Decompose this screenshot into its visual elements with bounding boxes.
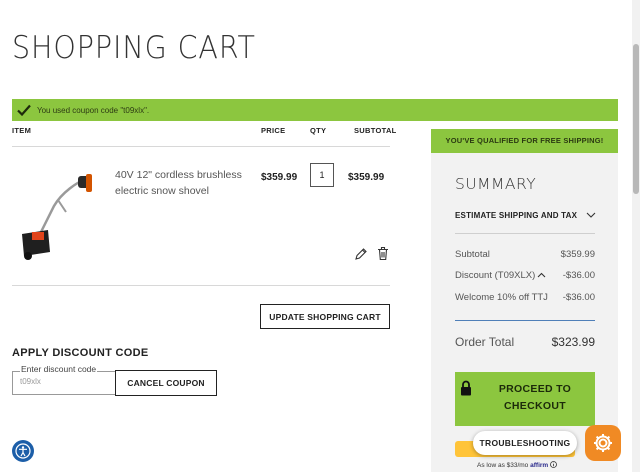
checkout-label-line2: CHECKOUT [504,400,566,412]
lock-icon [461,380,471,396]
edit-icon[interactable] [354,247,368,261]
affirm-prefix: As low as $33/mo [477,462,529,469]
free-shipping-banner: YOU'VE QUALIFIED FOR FREE SHIPPING! [431,129,618,153]
troubleshooting-button[interactable]: TROUBLESHOOTING [473,431,577,455]
discount-field-value[interactable]: t09xlx [20,377,41,386]
gear-icon [594,434,612,452]
cancel-coupon-button[interactable]: CANCEL COUPON [115,370,217,396]
product-price: $359.99 [261,172,298,183]
order-total-label: Order Total [455,335,515,349]
chevron-up-icon[interactable] [537,272,546,279]
column-header-price: PRICE [261,126,286,135]
discount-field-label: Enter discount code [20,364,98,374]
discount-title: APPLY DISCOUNT CODE [12,347,149,359]
summary-discount-label[interactable]: Discount (T09XLX) [455,270,535,281]
summary-welcome-label: Welcome 10% off TTJ [455,292,548,303]
column-header-subtotal: SUBTOTAL [354,126,397,135]
summary-divider [455,233,595,234]
chevron-down-icon[interactable] [586,211,596,219]
table-header-divider [12,146,390,147]
column-header-item: ITEM [12,126,32,135]
affirm-brand: affirm [530,462,549,469]
order-total-value: $323.99 [551,335,595,349]
summary-title: SUMMARY [455,175,537,193]
summary-welcome-value: -$36.00 [562,292,595,303]
trash-icon[interactable] [377,246,389,261]
column-header-qty: QTY [310,126,327,135]
notice-text: You used coupon code "t09xlx". [37,105,150,115]
scrollbar-thumb[interactable] [633,44,639,194]
product-name[interactable]: 40V 12" cordless brushless electric snow… [115,167,255,199]
update-cart-button[interactable]: UPDATE SHOPPING CART [260,304,390,329]
check-icon [17,104,31,116]
summary-discount-value: -$36.00 [562,270,595,281]
affirm-financing-note[interactable]: As low as $33/mo affirm [477,461,557,469]
accessibility-icon [15,443,31,459]
quantity-input[interactable]: 1 [310,163,334,187]
summary-total-divider [455,320,595,321]
coupon-success-notice: You used coupon code "t09xlx". [12,99,618,121]
checkout-label[interactable]: PROCEED TO CHECKOUT [490,381,580,415]
info-icon[interactable] [550,461,557,468]
summary-subtotal-value: $359.99 [560,249,595,260]
table-bottom-divider [12,285,390,286]
checkout-label-line1: PROCEED TO [498,383,572,395]
accessibility-button[interactable] [12,440,34,462]
page-title: SHOPPING CART [12,30,256,66]
row-subtotal: $359.99 [348,172,385,183]
page-scrollbar[interactable] [632,0,640,472]
estimate-shipping-toggle[interactable]: ESTIMATE SHIPPING AND TAX [455,211,577,220]
settings-widget-button[interactable] [585,425,621,461]
summary-subtotal-label: Subtotal [455,249,490,260]
product-image[interactable] [18,172,100,262]
